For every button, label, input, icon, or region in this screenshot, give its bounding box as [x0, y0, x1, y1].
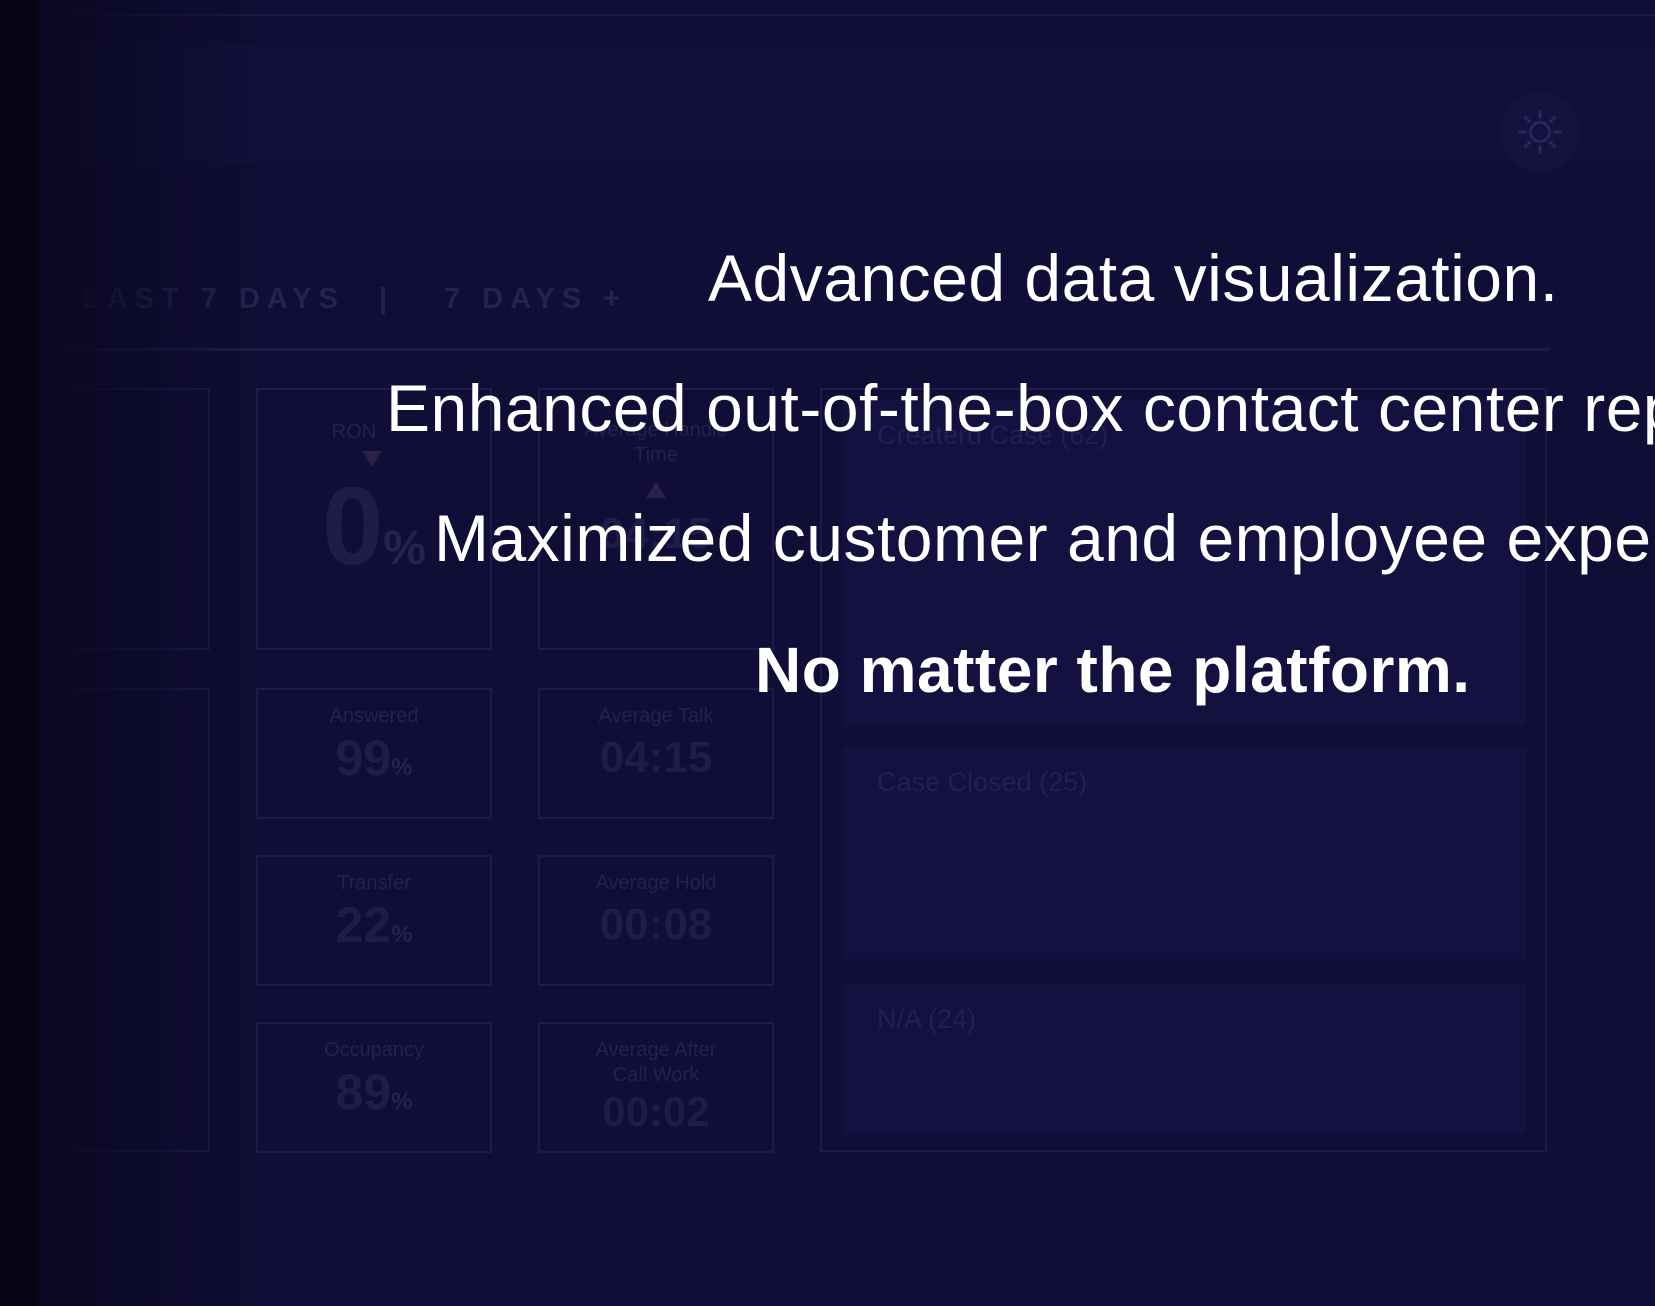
- trend-up-icon: [540, 482, 772, 503]
- case-closed-label: Case Closed (25): [877, 767, 1088, 797]
- ron-unit: %: [383, 522, 426, 575]
- headline-line-1: Advanced data visualization.: [708, 241, 1559, 315]
- settings-button[interactable]: [1500, 92, 1580, 172]
- cases-panel: Createrd Case (62) Case Closed (25) N/A …: [820, 388, 1547, 1152]
- created-case-panel[interactable]: Createrd Case (62): [843, 400, 1526, 726]
- acw-value: 00:02: [602, 1088, 710, 1135]
- metric-card-average-talk: Average Talk 04:15: [538, 688, 774, 819]
- na-case-panel[interactable]: N/A (24): [843, 984, 1526, 1134]
- occupancy-label: Occupancy: [323, 1039, 425, 1061]
- tab-separator: |: [378, 283, 394, 315]
- left-card-bottom: [30, 688, 210, 1152]
- average-talk-label: Average Talk: [598, 705, 714, 727]
- transfer-unit: %: [391, 921, 413, 948]
- range-tabs: LAST 7 DAYS | 7 DAYS +: [82, 283, 627, 316]
- aht-value: 04:15: [599, 509, 713, 558]
- ron-value-row: 0%: [258, 472, 490, 582]
- ron-value: 0: [322, 465, 384, 588]
- aht-label: Average Handle Time: [584, 419, 728, 466]
- metric-card-average-hold: Average Hold 00:08: [538, 855, 774, 986]
- acw-label: Average After Call Work: [595, 1039, 717, 1086]
- metric-card-occupancy: Occupancy 89%: [256, 1022, 492, 1153]
- tabs-divider: [36, 348, 1550, 351]
- metric-card-aht: Average Handle Time 04:15: [538, 388, 774, 650]
- header-band: [36, 44, 1655, 164]
- answered-value: 99: [335, 730, 392, 786]
- metric-card-acw: Average After Call Work 00:02: [538, 1022, 774, 1153]
- metric-card-answered: Answered 99%: [256, 688, 492, 819]
- answered-unit: %: [391, 754, 413, 781]
- case-closed-panel[interactable]: Case Closed (25): [843, 747, 1526, 959]
- na-case-label: N/A (24): [877, 1004, 977, 1034]
- left-card-top: [30, 388, 210, 650]
- page: LAST 7 DAYS | 7 DAYS + RON 0% Average Ha…: [0, 0, 1655, 1306]
- average-talk-value: 04:15: [599, 733, 713, 782]
- top-divider: [36, 14, 1655, 16]
- ron-label: RON: [331, 421, 377, 443]
- tab-7-days-plus[interactable]: 7 DAYS +: [444, 283, 627, 316]
- transfer-value-row: 22%: [258, 896, 490, 954]
- occupancy-unit: %: [391, 1088, 413, 1115]
- average-hold-label: Average Hold: [595, 872, 717, 894]
- transfer-value: 22: [335, 897, 392, 953]
- occupancy-value-row: 89%: [258, 1063, 490, 1121]
- answered-label: Answered: [329, 705, 419, 727]
- created-case-label: Createrd Case (62): [877, 420, 1109, 450]
- metric-card-ron: RON 0%: [256, 388, 492, 650]
- average-hold-value: 00:08: [599, 900, 713, 949]
- sun-gear-icon: [1518, 110, 1562, 154]
- transfer-label: Transfer: [337, 872, 411, 894]
- occupancy-value: 89: [335, 1064, 392, 1120]
- metric-card-transfer: Transfer 22%: [256, 855, 492, 986]
- answered-value-row: 99%: [258, 729, 490, 787]
- tab-last-7-days[interactable]: LAST 7 DAYS: [82, 283, 345, 316]
